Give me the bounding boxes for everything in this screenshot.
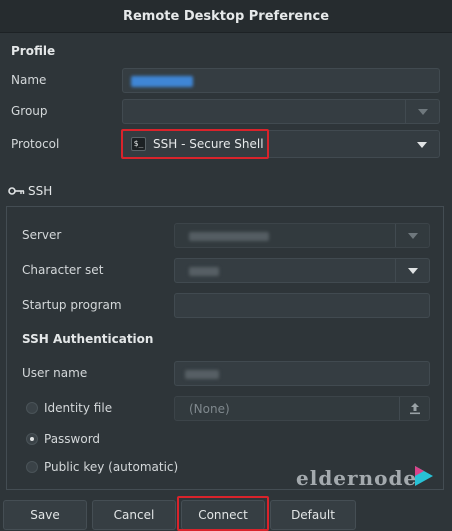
name-input[interactable]	[122, 68, 440, 93]
username-input[interactable]	[174, 361, 430, 386]
password-radio[interactable]	[26, 433, 38, 445]
group-combo[interactable]	[122, 99, 440, 124]
identity-file-value: (None)	[189, 402, 230, 416]
protocol-dropdown-button[interactable]	[417, 142, 427, 148]
charset-label: Character set	[22, 263, 104, 277]
chevron-down-icon	[417, 108, 428, 115]
server-combo[interactable]	[174, 223, 430, 248]
upload-icon	[409, 403, 420, 415]
tab-ssh[interactable]: SSH	[8, 178, 64, 206]
identity-file-browse-button[interactable]	[399, 397, 429, 420]
chevron-down-icon	[417, 142, 427, 148]
chevron-down-icon	[407, 232, 418, 239]
redacted-charset-value	[189, 267, 219, 276]
tab-ssh-label: SSH	[28, 184, 53, 198]
window-title-bar: Remote Desktop Preference	[0, 0, 452, 33]
redacted-username-value	[185, 370, 219, 379]
username-label: User name	[22, 366, 88, 380]
highlight-box-connect	[177, 496, 269, 531]
identity-file-chooser[interactable]: (None)	[174, 396, 430, 421]
public-key-radio[interactable]	[26, 461, 38, 473]
charset-combo[interactable]	[174, 258, 430, 283]
chevron-down-icon	[407, 267, 418, 274]
redacted-name-value	[131, 76, 193, 87]
name-label: Name	[11, 73, 47, 87]
eldernode-watermark-logo: eldernode	[296, 462, 446, 494]
watermark-text: eldernode	[296, 466, 418, 490]
default-button[interactable]: Default	[270, 500, 356, 530]
protocol-label: Protocol	[11, 137, 60, 151]
password-label: Password	[44, 432, 101, 446]
identity-file-label: Identity file	[44, 401, 113, 415]
highlight-box-protocol	[121, 129, 269, 159]
server-label: Server	[22, 228, 62, 242]
key-icon	[8, 187, 25, 195]
profile-heading: Profile	[11, 44, 56, 58]
public-key-label: Public key (automatic)	[44, 460, 179, 474]
redacted-server-value	[189, 232, 269, 241]
cancel-button[interactable]: Cancel	[92, 500, 176, 530]
window-title: Remote Desktop Preference	[122, 8, 330, 24]
startup-program-input[interactable]	[174, 293, 430, 318]
group-label: Group	[11, 104, 48, 118]
server-dropdown-button[interactable]	[395, 224, 429, 247]
charset-dropdown-button[interactable]	[395, 259, 429, 282]
startup-label: Startup program	[22, 298, 122, 312]
ssh-panel	[6, 206, 444, 490]
ssh-auth-heading: SSH Authentication	[22, 332, 154, 346]
group-dropdown-button[interactable]	[405, 100, 439, 123]
identity-file-radio[interactable]	[26, 402, 38, 414]
save-button[interactable]: Save	[3, 500, 87, 530]
